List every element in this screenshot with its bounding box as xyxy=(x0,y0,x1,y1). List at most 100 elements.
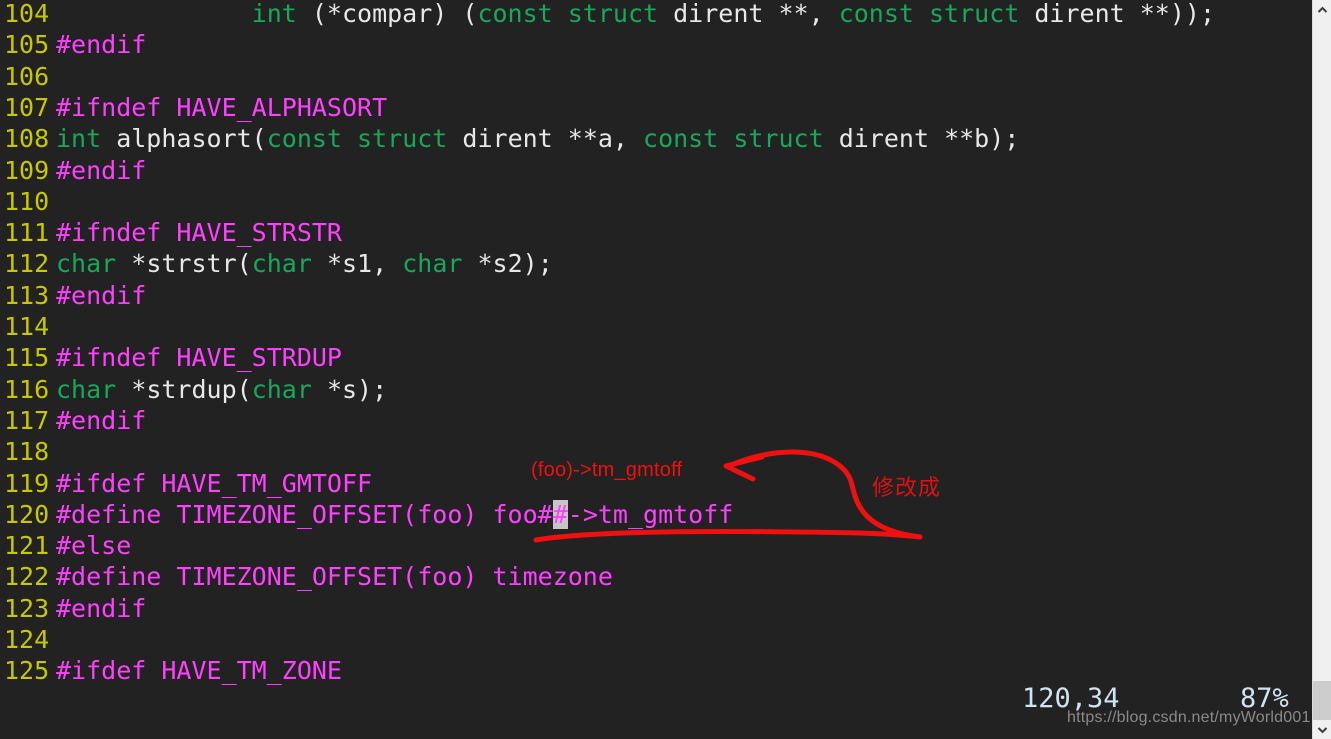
code-token: char xyxy=(251,374,312,404)
code-line-text: #endif xyxy=(56,406,146,435)
code-line-text: #define TIMEZONE_OFFSET(foo) foo##->tm_g… xyxy=(56,499,734,529)
line-number: 113 xyxy=(4,280,50,310)
code-line: 108 int alphasort(const struct dirent **a… xyxy=(0,123,1312,154)
code-token: const struct xyxy=(838,0,1020,28)
code-line-text: #endif xyxy=(56,281,146,310)
code-line-text: #endif xyxy=(56,594,146,623)
code-token: #ifndef HAVE_ALPHASORT xyxy=(56,92,388,122)
code-token: char xyxy=(251,249,312,279)
line-number: 105 xyxy=(4,30,50,60)
code-editor-pane[interactable]: 104 int (*compar) ( const struct dirent *… xyxy=(0,0,1312,739)
chevron-up-icon xyxy=(1317,6,1328,14)
code-line: 120 #define TIMEZONE_OFFSET(foo) foo##->t… xyxy=(0,499,1312,530)
code-token: #ifndef HAVE_STRDUP xyxy=(56,343,342,373)
code-line: 121 #else xyxy=(0,530,1312,561)
line-number: 125 xyxy=(4,656,50,686)
line-number: 111 xyxy=(4,218,50,248)
code-token: *strdup( xyxy=(116,374,252,404)
code-line-text: #endif xyxy=(56,156,146,185)
code-line: 124 xyxy=(0,624,1312,655)
code-line-text: #ifndef HAVE_ALPHASORT xyxy=(56,93,387,122)
code-token: char xyxy=(402,249,463,279)
code-line: 112 char *strstr(char *s1, char *s2); xyxy=(0,248,1312,279)
code-line: 109 #endif xyxy=(0,155,1312,186)
line-number: 115 xyxy=(4,343,50,373)
line-number: 123 xyxy=(4,593,50,623)
screenshot-root: 104 int (*compar) ( const struct dirent *… xyxy=(0,0,1331,739)
code-token: char xyxy=(56,249,117,279)
code-line-text: #ifndef HAVE_STRDUP xyxy=(56,343,342,372)
line-number: 118 xyxy=(4,437,50,467)
text-cursor-block: # xyxy=(552,499,568,529)
code-token: #else xyxy=(56,531,132,561)
code-token: *s2); xyxy=(462,249,553,279)
code-token: const struct xyxy=(643,124,824,154)
code-line: 104 int (*compar) ( const struct dirent *… xyxy=(0,0,1312,29)
code-token: #endif xyxy=(56,280,147,310)
line-number: 112 xyxy=(4,249,50,279)
line-number: 109 xyxy=(4,155,50,185)
code-token: int xyxy=(251,0,297,28)
code-line: 110 xyxy=(0,186,1312,217)
code-line-text: int alphasort(const struct dirent **a, c… xyxy=(56,124,1019,153)
code-token: *s); xyxy=(311,374,388,404)
code-line-text: char *strdup(char *s); xyxy=(56,375,387,404)
code-line-text: #ifdef HAVE_TM_ZONE xyxy=(56,656,342,685)
line-number: 120 xyxy=(4,499,50,529)
code-token: ->tm_gmtoff xyxy=(567,499,734,529)
line-number: 106 xyxy=(4,61,50,91)
code-line: 116 char *strdup(char *s); xyxy=(0,374,1312,405)
code-line: 111 #ifndef HAVE_STRSTR xyxy=(0,217,1312,248)
code-token: #endif xyxy=(56,593,147,623)
code-line: 122 #define TIMEZONE_OFFSET(foo) timezone xyxy=(0,561,1312,592)
code-token: *strstr( xyxy=(116,249,252,279)
code-token: (*compar) ( xyxy=(296,0,478,28)
code-line-text: #else xyxy=(56,531,131,560)
line-number: 124 xyxy=(4,625,50,654)
code-line-text: #ifdef HAVE_TM_GMTOFF xyxy=(56,469,372,498)
code-token: dirent **)); xyxy=(1019,0,1215,28)
vertical-scrollbar[interactable] xyxy=(1312,0,1331,739)
code-line-text: int (*compar) (const struct dirent **, c… xyxy=(56,0,1215,28)
code-line: 107 #ifndef HAVE_ALPHASORT xyxy=(0,92,1312,123)
code-token: #endif xyxy=(56,405,147,435)
code-token: const struct xyxy=(266,124,448,154)
scrollbar-thumb[interactable] xyxy=(1313,681,1331,721)
code-token: #ifndef HAVE_STRSTR xyxy=(56,218,342,248)
scroll-down-button[interactable] xyxy=(1313,720,1331,739)
code-line-text: #ifndef HAVE_STRSTR xyxy=(56,218,342,247)
code-line-text: #define TIMEZONE_OFFSET(foo) timezone xyxy=(56,562,613,591)
code-token: char xyxy=(56,374,117,404)
code-token: #endif xyxy=(56,30,147,60)
code-line: 125 #ifdef HAVE_TM_ZONE xyxy=(0,655,1312,686)
chevron-down-icon xyxy=(1317,726,1328,734)
code-token: dirent **, xyxy=(658,0,839,28)
code-line: 119 #ifdef HAVE_TM_GMTOFF xyxy=(0,468,1312,499)
line-number: 107 xyxy=(4,92,50,122)
code-line: 106 xyxy=(0,61,1312,92)
line-number: 122 xyxy=(4,562,50,592)
code-token: int xyxy=(56,124,102,154)
line-number: 104 xyxy=(4,0,50,28)
line-number: 117 xyxy=(4,405,50,435)
code-line: 115 #ifndef HAVE_STRDUP xyxy=(0,342,1312,373)
code-token: #endif xyxy=(56,155,147,185)
code-line: 113 #endif xyxy=(0,280,1312,311)
line-number: 108 xyxy=(4,124,50,154)
code-token: dirent **a, xyxy=(447,124,644,154)
code-token: #ifdef HAVE_TM_GMTOFF xyxy=(56,468,373,498)
code-token: *s1, xyxy=(311,249,403,279)
code-token: alphasort( xyxy=(101,124,267,154)
line-number: 114 xyxy=(4,312,50,341)
line-number: 121 xyxy=(4,531,50,561)
scroll-up-button[interactable] xyxy=(1313,0,1331,19)
code-token: dirent **b); xyxy=(823,124,1020,154)
line-number: 116 xyxy=(4,374,50,404)
line-number: 110 xyxy=(4,186,50,216)
code-token: #define TIMEZONE_OFFSET(foo) timezone xyxy=(56,562,613,592)
line-number: 119 xyxy=(4,468,50,498)
code-line: 117 #endif xyxy=(0,405,1312,436)
editor-status-line: 120,34 87% https://blog.csdn.net/myWorld… xyxy=(0,683,1312,739)
code-line: 114 xyxy=(0,311,1312,342)
